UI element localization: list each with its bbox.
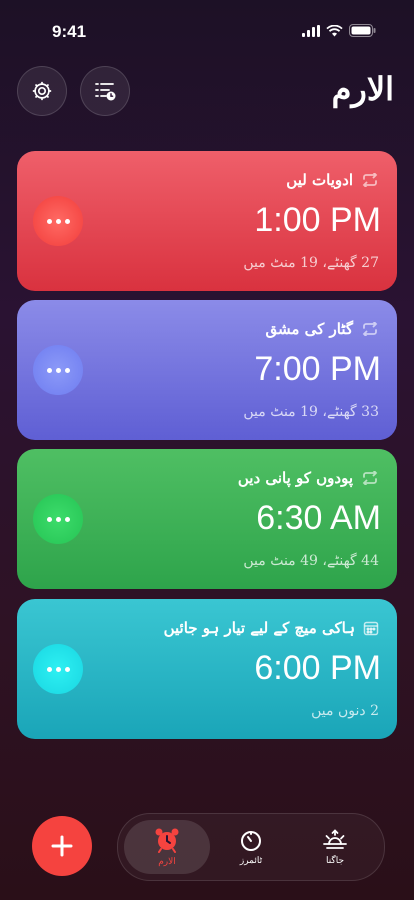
timer-icon bbox=[241, 831, 261, 851]
gear-icon bbox=[32, 81, 52, 101]
alarm-options-button[interactable] bbox=[33, 644, 83, 694]
wifi-icon bbox=[326, 24, 343, 36]
alarm-clock-icon bbox=[155, 828, 179, 853]
alarm-name: گٹار کی مشق bbox=[265, 320, 354, 338]
alarm-name: ہاکی میچ کے لیے تیار ہو جائیں bbox=[163, 619, 355, 637]
tab-bar: الارم ٹائمرز جاگنا bbox=[117, 813, 385, 881]
repeat-icon bbox=[362, 471, 378, 485]
status-bar: 9:41 bbox=[0, 0, 414, 54]
repeat-icon bbox=[362, 322, 378, 336]
sunrise-icon bbox=[323, 829, 347, 849]
tab-label: الارم bbox=[158, 857, 176, 867]
calendar-icon bbox=[363, 621, 379, 636]
alarm-card[interactable]: پودوں کو پانی دیں 6:30 AM 44 گھنٹے، 49 م… bbox=[17, 449, 397, 589]
alarm-remaining: 27 گھنٹے، 19 منٹ میں bbox=[243, 255, 379, 271]
tab-label: ٹائمرز bbox=[239, 856, 263, 866]
tab-wake-up[interactable]: جاگنا bbox=[292, 820, 378, 874]
battery-icon bbox=[349, 24, 376, 37]
alarm-name-row: ادویات لیں bbox=[286, 171, 379, 189]
settings-button[interactable] bbox=[17, 66, 67, 116]
alarm-list-button[interactable] bbox=[80, 66, 130, 116]
page-title: الارم bbox=[331, 70, 394, 108]
alarm-options-button[interactable] bbox=[33, 345, 83, 395]
alarm-name-row: پودوں کو پانی دیں bbox=[238, 469, 379, 487]
alarm-time: 6:30 AM bbox=[256, 499, 381, 537]
alarm-name: ادویات لیں bbox=[286, 171, 353, 189]
alarm-remaining: 44 گھنٹے، 49 منٹ میں bbox=[243, 553, 379, 569]
plus-icon bbox=[51, 835, 73, 857]
add-alarm-button[interactable] bbox=[32, 816, 92, 876]
alarm-time: 1:00 PM bbox=[254, 201, 381, 239]
tab-label: جاگنا bbox=[325, 856, 345, 866]
alarm-options-button[interactable] bbox=[33, 196, 83, 246]
alarm-time: 7:00 PM bbox=[254, 350, 381, 388]
cellular-signal-icon bbox=[302, 24, 320, 37]
tab-alarms[interactable]: الارم bbox=[124, 820, 210, 874]
alarm-remaining: 2 دنوں میں bbox=[311, 703, 379, 719]
status-time: 9:41 bbox=[52, 22, 87, 41]
alarm-card[interactable]: گٹار کی مشق 7:00 PM 33 گھنٹے، 19 منٹ میں bbox=[17, 300, 397, 440]
tab-timers[interactable]: ٹائمرز bbox=[208, 820, 294, 874]
alarm-card[interactable]: ادویات لیں 1:00 PM 27 گھنٹے، 19 منٹ میں bbox=[17, 151, 397, 291]
alarm-name-row: ہاکی میچ کے لیے تیار ہو جائیں bbox=[164, 619, 379, 637]
repeat-icon bbox=[362, 173, 378, 187]
alarm-name-row: گٹار کی مشق bbox=[266, 320, 380, 338]
alarm-remaining: 33 گھنٹے، 19 منٹ میں bbox=[243, 404, 379, 420]
alarm-time: 6:00 PM bbox=[254, 649, 381, 687]
alarm-name: پودوں کو پانی دیں bbox=[237, 469, 353, 487]
alarm-card[interactable]: ہاکی میچ کے لیے تیار ہو جائیں 6:00 PM 2 … bbox=[17, 599, 397, 739]
status-icons bbox=[302, 24, 376, 37]
alarm-options-button[interactable] bbox=[33, 494, 83, 544]
list-clock-icon bbox=[95, 83, 116, 101]
